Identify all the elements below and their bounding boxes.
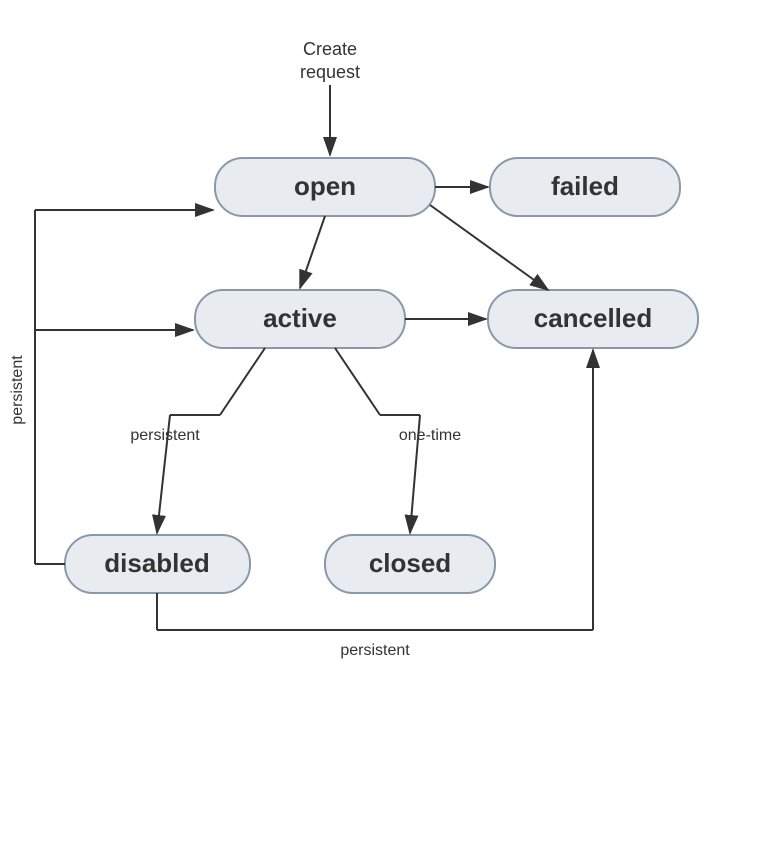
fork-left	[220, 348, 265, 415]
arrow-open-to-active	[300, 216, 325, 288]
arrow-open-to-cancelled	[430, 205, 548, 290]
create-request-label2: request	[300, 62, 360, 82]
state-disabled-label: disabled	[104, 548, 209, 578]
persistent-active-label: persistent	[130, 427, 200, 444]
fork-right	[335, 348, 380, 415]
state-closed-label: closed	[369, 548, 451, 578]
create-request-label: Create	[303, 39, 357, 59]
persistent-bottom-label: persistent	[340, 642, 410, 659]
persistent-left-label: persistent	[9, 355, 26, 425]
state-failed-label: failed	[551, 171, 619, 201]
one-time-label: one-time	[399, 427, 461, 444]
state-cancelled-label: cancelled	[534, 303, 653, 333]
state-active-label: active	[263, 303, 337, 333]
state-open-label: open	[294, 171, 356, 201]
